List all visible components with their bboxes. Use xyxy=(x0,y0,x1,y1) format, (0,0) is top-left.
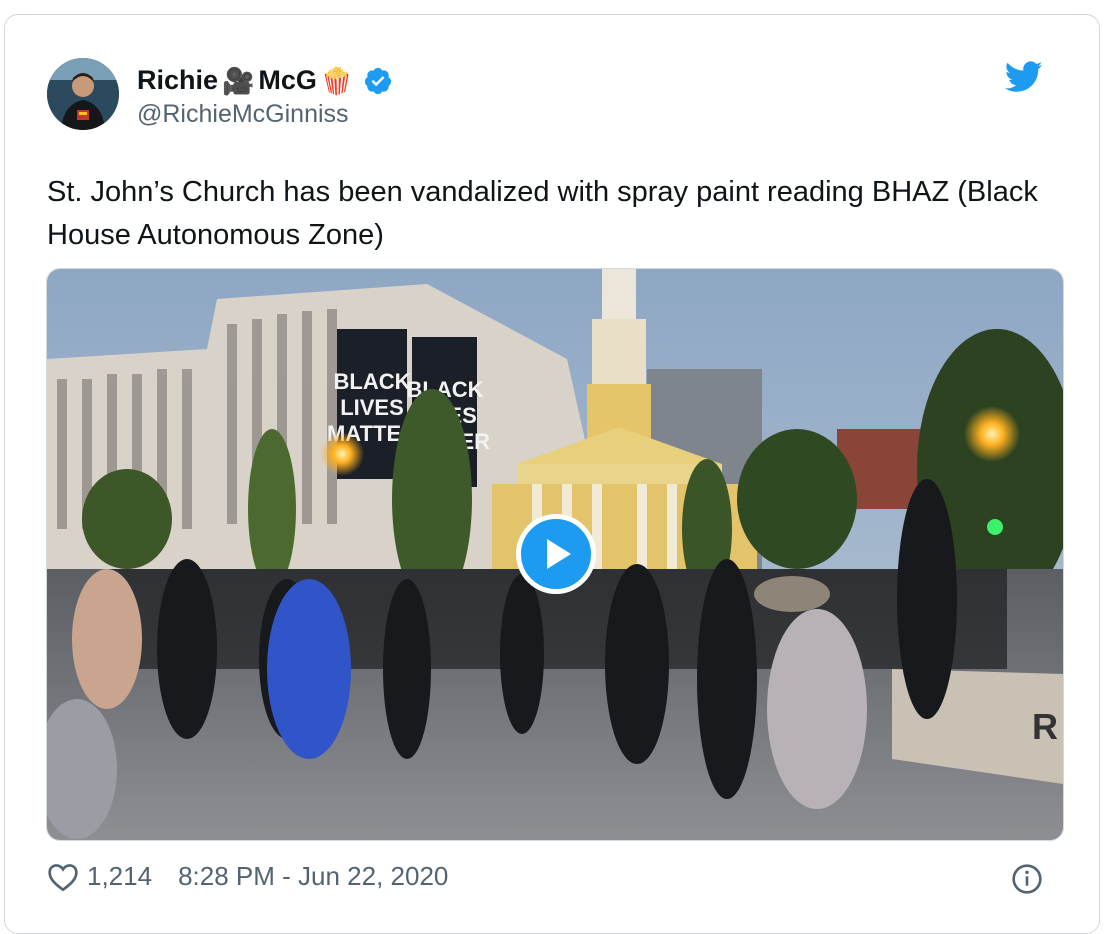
user-handle[interactable]: @RichieMcGinniss xyxy=(137,100,349,129)
name-row: Richie 🎥 McG 🍿 xyxy=(137,65,393,96)
tweet-text: St. John’s Church has been vandalized wi… xyxy=(47,176,1038,251)
avatar[interactable] xyxy=(47,58,119,130)
video-media[interactable]: BLACK LIVES MATTER BLACK LIVES MATTER xyxy=(46,268,1064,841)
heart-icon[interactable] xyxy=(47,862,79,892)
tweet-card[interactable]: Richie 🎥 McG 🍿 @RichieMcGinniss St. John… xyxy=(4,14,1100,934)
play-icon xyxy=(547,539,571,569)
display-name-suffix[interactable]: McG xyxy=(258,65,317,96)
popcorn-emoji: 🍿 xyxy=(320,65,354,96)
tweet-footer: 1,214 8:28 PM - Jun 22, 2020 xyxy=(47,861,448,892)
svg-text:BLACK: BLACK xyxy=(334,369,411,394)
svg-text:LIVES: LIVES xyxy=(340,395,404,420)
info-icon[interactable] xyxy=(1011,863,1043,895)
svg-text:R: R xyxy=(1032,706,1058,747)
play-button[interactable] xyxy=(516,514,596,594)
verified-badge-icon xyxy=(365,67,392,94)
tweet-timestamp[interactable]: 8:28 PM - Jun 22, 2020 xyxy=(178,861,448,892)
display-name[interactable]: Richie xyxy=(137,65,218,96)
twitter-bird-icon[interactable] xyxy=(1005,61,1043,93)
camera-emoji: 🎥 xyxy=(222,65,255,96)
like-count[interactable]: 1,214 xyxy=(87,861,152,892)
